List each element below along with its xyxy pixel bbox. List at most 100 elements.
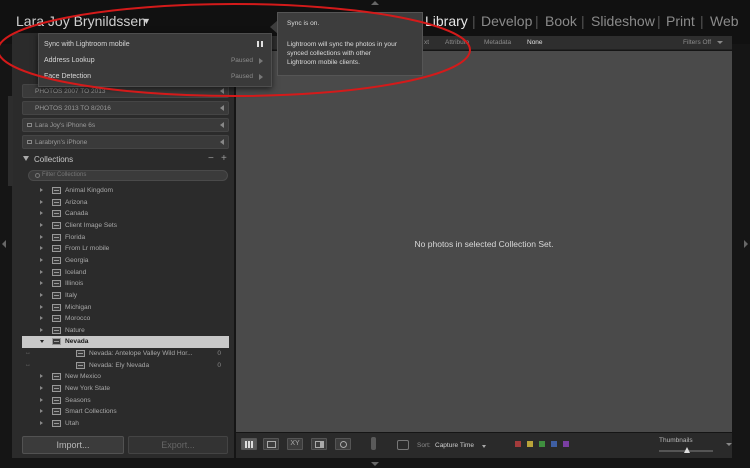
compare-view-button[interactable]: XY [287,438,303,450]
collection-set-item[interactable]: Client Image Sets [22,220,229,232]
add-collection-button[interactable]: + [221,153,227,164]
collection-set-item[interactable]: Florida [22,232,229,244]
collection-set-item[interactable]: Italy [22,290,229,302]
expand-triangle-icon[interactable] [23,156,29,161]
collection-item[interactable]: ↔ Nevada: Antelope Valley Wild Hor... 0 [22,348,229,360]
identity-dropdown-icon[interactable]: ▼ [142,16,151,26]
module-library[interactable]: Library [425,13,468,29]
collection-set-item[interactable]: Morocco [22,313,229,325]
module-slideshow[interactable]: Slideshow [591,13,655,29]
collection-set-item[interactable]: Smart Collections [22,406,229,418]
collapse-arrow-icon[interactable] [220,122,224,128]
filter-dropdown-icon[interactable] [717,41,723,44]
collapsed-triangle-icon[interactable] [40,269,43,274]
module-book[interactable]: Book [545,13,577,29]
sync-toggle-icon[interactable]: ↔ [25,362,31,368]
filter-none-tab[interactable]: None [527,37,543,49]
collapsed-triangle-icon[interactable] [40,421,43,425]
collection-set-item[interactable]: Iceland [22,267,229,279]
filter-metadata-tab[interactable]: Metadata [484,37,511,49]
folder-device[interactable]: Lara Joy's iPhone 6s [22,118,229,132]
sort-dropdown-icon[interactable] [482,445,486,448]
face-detection-item[interactable]: Face Detection [44,73,91,80]
collection-set-item[interactable]: Nature [22,325,229,337]
play-icon[interactable] [259,74,263,80]
collapsed-triangle-icon[interactable] [40,316,43,321]
module-print[interactable]: Print [666,13,695,29]
import-button[interactable]: Import... [22,436,124,454]
color-label-blue[interactable] [551,441,557,447]
color-label-red[interactable] [515,441,521,447]
collection-set-item[interactable]: From Lr mobile [22,243,229,255]
filter-attribute-tab[interactable]: Attribute [445,37,469,49]
collapsed-triangle-icon[interactable] [40,199,43,204]
color-label-green[interactable] [539,441,545,447]
right-panel-toggle-icon[interactable] [744,240,748,248]
collapsed-triangle-icon[interactable] [40,257,43,262]
pause-icon[interactable] [257,41,263,47]
grid-view-button[interactable] [241,438,257,450]
collection-item[interactable]: ↔ Nevada: Ely Nevada 0 [22,360,229,372]
collapsed-triangle-icon[interactable] [40,304,43,309]
export-button[interactable]: Export... [128,436,228,454]
top-panel-toggle-icon[interactable] [371,1,379,5]
collapsed-triangle-icon[interactable] [40,234,43,239]
expanded-triangle-icon[interactable] [40,340,44,344]
collection-set-item[interactable]: Michigan [22,302,229,314]
collection-set-item[interactable]: Illinois [22,278,229,290]
color-label-yellow[interactable] [527,441,533,447]
play-icon[interactable] [259,58,263,64]
collection-set-item[interactable]: Seasons [22,395,229,407]
collection-set-icon [52,187,61,194]
loupe-view-button[interactable] [263,438,279,450]
collapse-arrow-icon[interactable] [220,139,224,145]
collapsed-triangle-icon[interactable] [40,327,43,332]
collapse-arrow-icon[interactable] [220,88,224,94]
spray-can-icon[interactable] [371,437,376,450]
filter-collections-input[interactable]: Filter Collections [28,170,228,181]
collection-set-item[interactable]: Nevada [22,336,229,349]
folder-device[interactable]: Larabryn's iPhone [22,135,229,149]
sort-select[interactable]: Capture Time [435,442,474,449]
filmstrip-toggle-icon[interactable] [371,462,379,466]
collection-set-item[interactable]: New Mexico [22,371,229,383]
slider-thumb-icon[interactable] [684,447,690,453]
collection-set-item[interactable]: Georgia [22,255,229,267]
collection-set-item[interactable]: Utah [22,418,229,430]
toolbar-menu-icon[interactable] [726,443,732,446]
module-web[interactable]: Web [710,13,739,29]
collapsed-triangle-icon[interactable] [40,188,43,192]
collection-set-item[interactable]: Animal Kingdom [22,185,229,197]
folder-volume[interactable]: PHOTOS 2013 TO 8/2016 [22,101,229,115]
collapsed-triangle-icon[interactable] [40,246,43,251]
filter-text-tab[interactable]: xt [424,37,429,49]
collapsed-triangle-icon[interactable] [40,222,43,227]
sync-toggle-icon[interactable]: ↔ [25,350,31,356]
identity-plate[interactable]: Lara Joy Brynildssen [16,13,146,29]
people-view-button[interactable] [335,438,351,450]
collapsed-triangle-icon[interactable] [40,397,43,402]
empty-grid-message: No photos in selected Collection Set. [414,239,554,249]
module-develop[interactable]: Develop [481,13,532,29]
collapsed-triangle-icon[interactable] [40,374,43,379]
collapse-arrow-icon[interactable] [220,105,224,111]
survey-view-button[interactable] [311,438,327,450]
sync-with-lightroom-mobile-item[interactable]: Sync with Lightroom mobile [44,41,130,48]
remove-collection-button[interactable]: − [208,153,214,164]
collection-set-item[interactable]: Canada [22,208,229,220]
collapsed-triangle-icon[interactable] [40,386,43,391]
collapsed-triangle-icon[interactable] [40,409,43,414]
color-label-purple[interactable] [563,441,569,447]
collections-panel-header[interactable]: Collections − + [22,153,229,166]
collection-set-item[interactable]: Arizona [22,197,229,209]
address-lookup-item[interactable]: Address Lookup [44,57,95,64]
sort-direction-icon[interactable] [397,440,409,450]
filters-off-menu[interactable]: Filters Off [683,37,711,49]
collapsed-triangle-icon[interactable] [40,292,43,297]
collapsed-triangle-icon[interactable] [40,211,43,216]
left-panel-toggle-icon[interactable] [2,240,6,248]
collection-set-item[interactable]: New York State [22,383,229,395]
collapsed-triangle-icon[interactable] [40,281,43,286]
collection-label: Utah [65,420,79,427]
left-panel-scrollbar[interactable] [8,96,13,186]
